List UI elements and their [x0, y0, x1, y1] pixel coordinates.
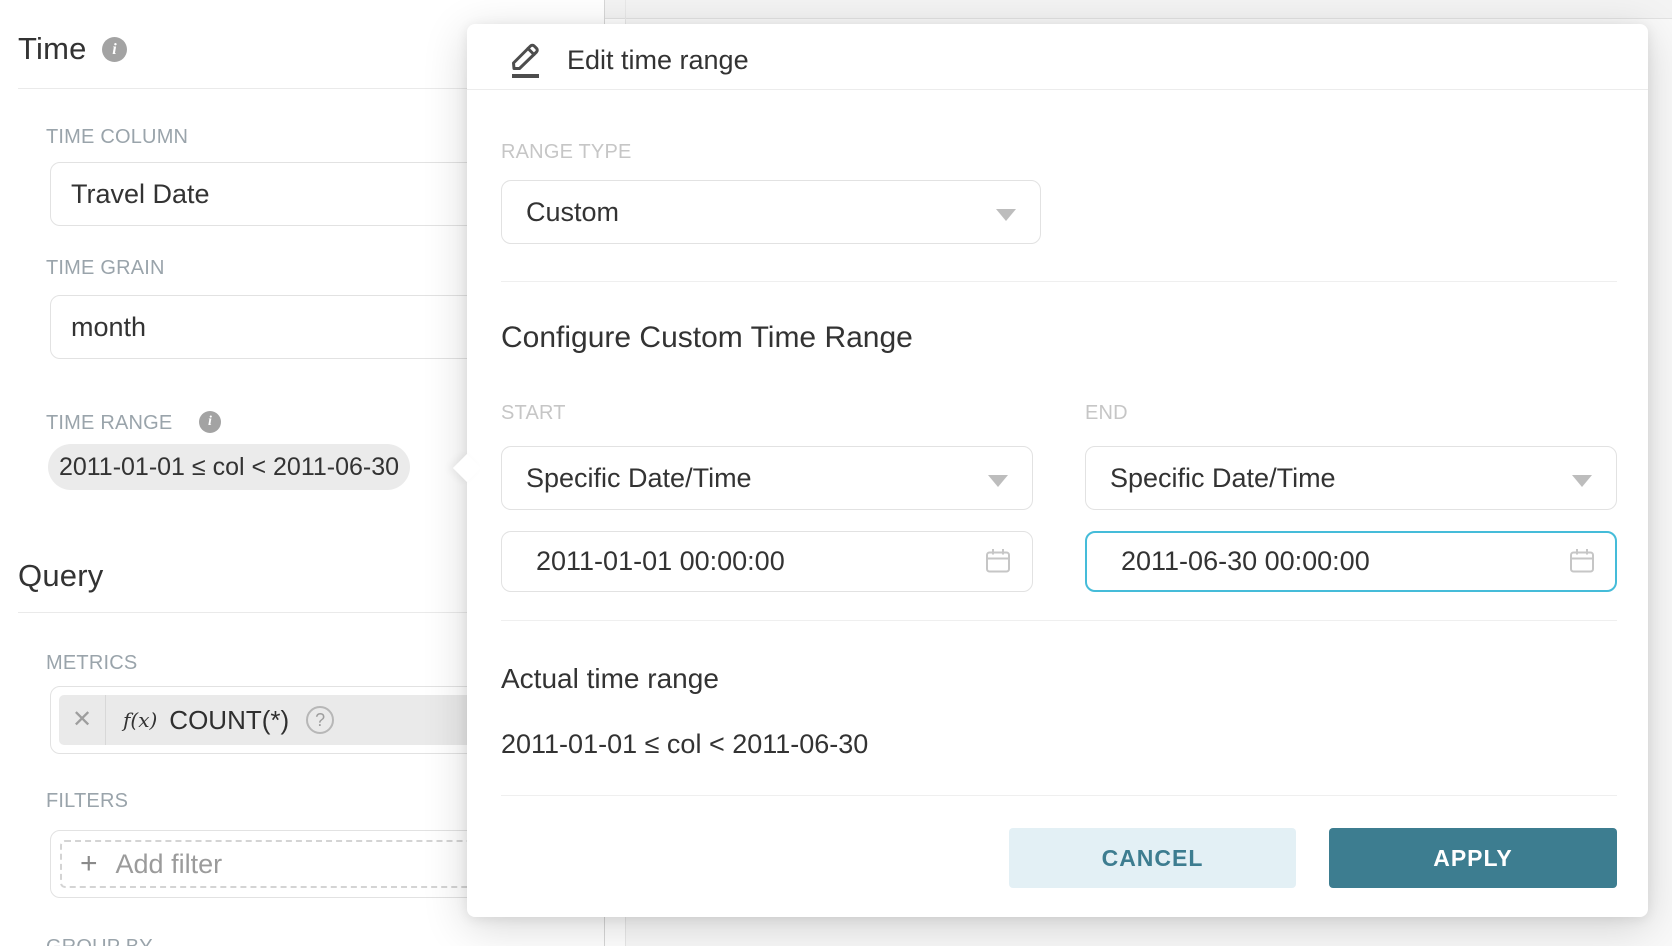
popover-title: Edit time range [567, 45, 749, 76]
divider [501, 281, 1617, 282]
start-label: START [501, 402, 1033, 425]
time-range-info-icon[interactable]: i [199, 411, 221, 433]
metric-chip[interactable]: ✕ f(x) COUNT(*) ? [59, 695, 521, 745]
time-range-pill[interactable]: 2011-01-01 ≤ col < 2011-06-30 [48, 444, 410, 490]
time-column-select[interactable]: Travel Date [50, 162, 530, 226]
pencil-icon [503, 36, 543, 80]
time-info-icon[interactable]: i [102, 37, 127, 62]
divider [501, 620, 1617, 621]
add-filter-label: Add filter [116, 849, 223, 880]
end-mode-select[interactable]: Specific Date/Time [1085, 446, 1617, 510]
chevron-down-icon [988, 475, 1008, 487]
end-label: END [1085, 402, 1617, 425]
remove-metric-icon[interactable]: ✕ [59, 695, 106, 745]
time-section-divider [18, 88, 470, 89]
start-mode-select[interactable]: Specific Date/Time [501, 446, 1033, 510]
popover-header: Edit time range [467, 24, 1648, 90]
popover-arrow [453, 454, 481, 482]
time-section-title: Time [18, 31, 87, 67]
range-type-value: Custom [526, 197, 619, 227]
end-datetime-wrap [1085, 531, 1617, 592]
range-type-select[interactable]: Custom [501, 180, 1041, 244]
query-section-divider [18, 612, 470, 613]
start-mode-value: Specific Date/Time [526, 463, 752, 493]
end-mode-value: Specific Date/Time [1110, 463, 1336, 493]
metrics-label: METRICS [46, 652, 137, 675]
start-datetime-input[interactable] [501, 531, 1033, 592]
metrics-container: ✕ f(x) COUNT(*) ? [50, 686, 530, 754]
end-column: END Specific Date/Time [1085, 402, 1617, 592]
actual-range-heading: Actual time range [501, 663, 719, 695]
add-filter-button[interactable]: + Add filter [60, 840, 522, 888]
function-icon: f(x) [123, 708, 157, 732]
filters-label: FILTERS [46, 790, 128, 813]
chevron-down-icon [1572, 475, 1592, 487]
filters-container: + Add filter [50, 830, 530, 898]
explore-view: Time i TIME COLUMN Travel Date TIME GRAI… [0, 0, 1672, 946]
calendar-icon[interactable] [983, 546, 1013, 576]
chevron-down-icon [996, 209, 1016, 221]
query-section-title: Query [18, 558, 103, 594]
apply-button[interactable]: APPLY [1329, 828, 1617, 888]
time-range-label: TIME RANGE [46, 412, 172, 435]
time-column-label: TIME COLUMN [46, 126, 188, 149]
metric-chip-label: COUNT(*) [169, 705, 289, 736]
time-grain-label: TIME GRAIN [46, 257, 165, 280]
start-datetime-wrap [501, 531, 1033, 592]
divider [501, 795, 1617, 796]
range-type-label: RANGE TYPE [501, 141, 632, 164]
group-by-label: GROUP BY [46, 936, 153, 946]
metric-help-icon[interactable]: ? [306, 706, 334, 734]
plus-icon: + [80, 849, 98, 879]
cancel-button[interactable]: CANCEL [1009, 828, 1296, 888]
end-datetime-input[interactable] [1085, 531, 1617, 592]
edit-time-range-popover: Edit time range RANGE TYPE Custom Config… [467, 24, 1648, 917]
start-column: START Specific Date/Time [501, 402, 1033, 592]
calendar-icon[interactable] [1567, 546, 1597, 576]
chart-panel-top-strip [605, 0, 1672, 19]
configure-heading: Configure Custom Time Range [501, 321, 913, 355]
time-grain-select[interactable]: month [50, 295, 530, 359]
actual-range-value: 2011-01-01 ≤ col < 2011-06-30 [501, 729, 868, 760]
